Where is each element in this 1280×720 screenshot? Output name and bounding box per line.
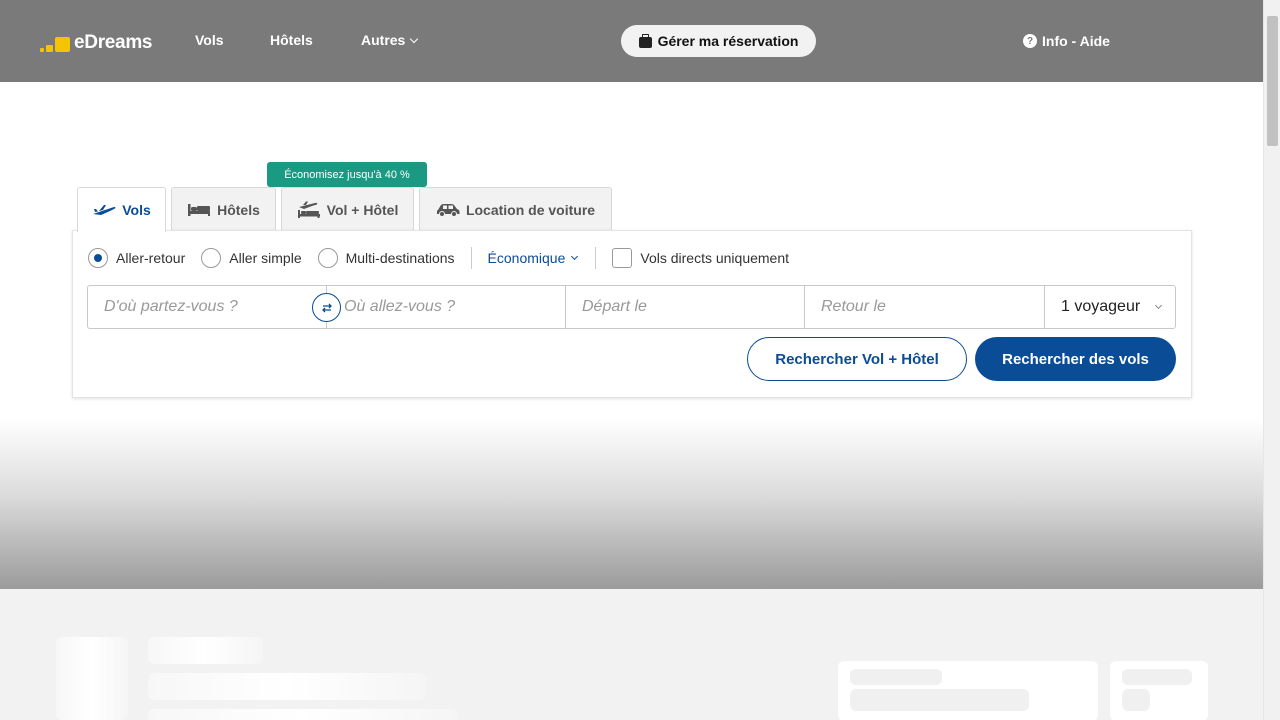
skeleton-image (56, 637, 128, 720)
tab-vols-label: Vols (122, 202, 151, 218)
cabin-class-value: Économique (487, 250, 566, 266)
hero-background (0, 418, 1263, 589)
divider (595, 247, 597, 269)
search-flight-hotel-button[interactable]: Rechercher Vol + Hôtel (747, 337, 967, 381)
skeleton-card (1110, 661, 1208, 720)
skeleton-line (148, 709, 458, 720)
bed-icon (188, 203, 211, 216)
origin-input[interactable]: D'où partez-vous ? (88, 286, 327, 328)
help-label: Info - Aide (1042, 33, 1110, 49)
skeleton-line (1122, 669, 1192, 685)
skeleton-line (850, 689, 1029, 711)
radio-round-trip-label: Aller-retour (116, 250, 186, 266)
nav-link-hotels[interactable]: Hôtels (270, 32, 313, 48)
edreams-logo[interactable]: eDreams (40, 30, 152, 54)
radio-round-trip-circle[interactable] (88, 248, 108, 268)
skeleton-line (148, 637, 263, 664)
radio-one-way-circle[interactable] (201, 248, 222, 268)
tab-vol-hotel-label: Vol + Hôtel (326, 201, 399, 218)
trip-options-row: Aller-retour Aller simple Multi-destinat… (88, 246, 789, 270)
travellers-value: 1 voyageur (1061, 298, 1141, 315)
search-fields: D'où partez-vous ? Où allez-vous ? Dépar… (87, 285, 1176, 329)
manage-booking-button[interactable]: Gérer ma réservation (621, 25, 816, 57)
nav-link-vols[interactable]: Vols (195, 32, 224, 48)
logo-mark-icon (40, 32, 72, 54)
tab-hotels[interactable]: Hôtels (171, 187, 276, 231)
destination-input[interactable]: Où allez-vous ? (327, 286, 566, 328)
search-flights-button[interactable]: Rechercher des vols (975, 337, 1176, 381)
swap-airports-button[interactable] (312, 293, 341, 322)
departure-date-input[interactable]: Départ le (566, 286, 805, 328)
skeleton-line (850, 669, 942, 685)
travellers-select[interactable]: 1 voyageur (1045, 286, 1175, 328)
skeleton-card (838, 661, 1098, 720)
nav-link-autres[interactable]: Autres (361, 32, 419, 48)
plane-icon (93, 205, 116, 215)
manage-booking-label: Gérer ma réservation (657, 33, 799, 49)
question-circle-icon: ? (1023, 34, 1037, 48)
radio-multi-destination[interactable]: Multi-destinations (317, 248, 455, 268)
promo-tooltip: Économisez jusqu'à 40 % (267, 162, 427, 192)
chevron-down-icon (571, 252, 579, 261)
tab-vol-hotel[interactable]: Vol + Hôtel (281, 187, 414, 231)
return-date-input[interactable]: Retour le (805, 286, 1045, 328)
tab-hotels-label: Hôtels (217, 201, 260, 218)
vertical-scrollbar[interactable] (1263, 0, 1280, 720)
chevron-down-icon (1154, 301, 1163, 310)
divider (470, 247, 472, 269)
logo-text: eDreams (74, 32, 153, 53)
radio-round-trip[interactable]: Aller-retour (88, 248, 185, 268)
plane-bed-icon (297, 201, 320, 218)
tab-car-rental-label: Location de voiture (465, 201, 596, 218)
help-link[interactable]: ? Info - Aide (1023, 33, 1110, 49)
radio-multi-destination-label: Multi-destinations (345, 250, 455, 266)
radio-one-way-label: Aller simple (229, 250, 302, 266)
swap-arrows-icon (321, 303, 332, 312)
car-icon (436, 203, 460, 217)
tab-car-rental[interactable]: Location de voiture (419, 187, 612, 231)
tab-vols[interactable]: Vols (77, 187, 166, 232)
skeleton-line (148, 673, 426, 700)
skeleton-line (1122, 689, 1150, 711)
scrollbar-thumb[interactable] (1267, 16, 1278, 146)
cabin-class-select[interactable]: Économique (487, 250, 579, 266)
loading-skeleton-area (0, 589, 1263, 720)
radio-multi-destination-circle[interactable] (317, 248, 338, 268)
top-header: eDreams Vols Hôtels Autres Gérer ma rése… (0, 0, 1263, 82)
nav-autres-label: Autres (361, 32, 406, 48)
direct-flights-checkbox[interactable] (612, 248, 633, 268)
radio-one-way[interactable]: Aller simple (201, 248, 302, 268)
briefcase-icon (638, 33, 652, 48)
direct-flights-label: Vols directs uniquement (640, 250, 790, 266)
chevron-down-icon (410, 34, 419, 43)
